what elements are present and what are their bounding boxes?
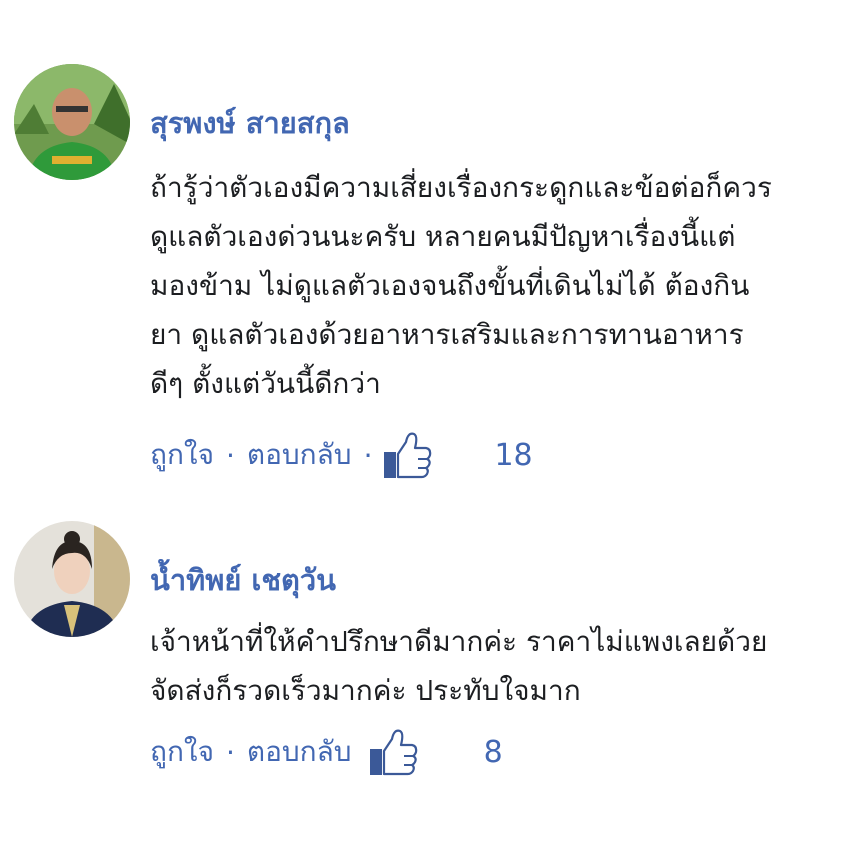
avatar[interactable] (14, 521, 130, 637)
separator: · (225, 735, 235, 769)
comment-2: น้ำทิพย์ เชตุวัน เจ้าหน้าที่ให้คำปรึกษาด… (0, 0, 849, 849)
comment-author[interactable]: น้ำทิพย์ เชตุวัน (150, 557, 336, 603)
thumbs-up-icon[interactable] (366, 727, 418, 777)
comment-actions: ถูกใจ · ตอบกลับ 8 (150, 727, 503, 777)
comment-text: เจ้าหน้าที่ให้คำปรึกษาดีมากค่ะ ราคาไม่แพ… (150, 625, 768, 707)
reply-link[interactable]: ตอบกลับ (247, 730, 352, 774)
like-count: 8 (483, 734, 503, 770)
like-link[interactable]: ถูกใจ (150, 730, 214, 774)
